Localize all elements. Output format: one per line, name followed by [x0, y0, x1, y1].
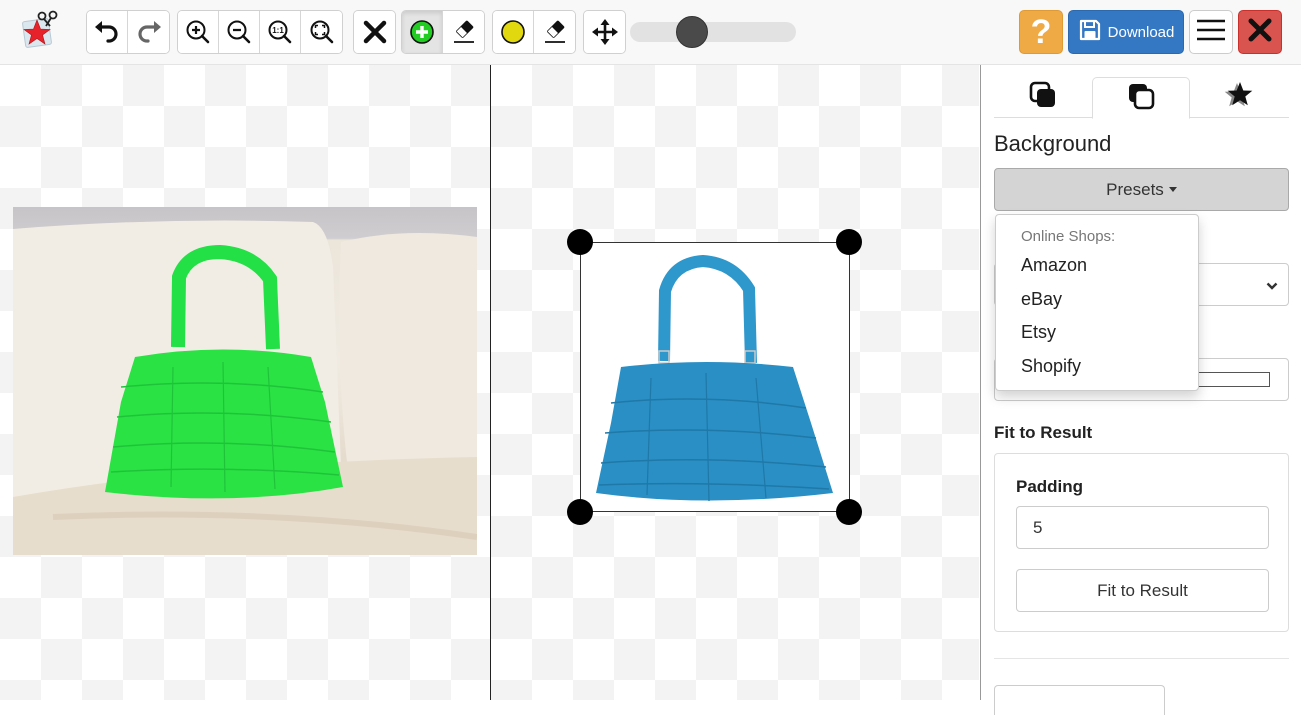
partially-visible-button[interactable] — [994, 685, 1165, 715]
app-logo[interactable] — [20, 10, 60, 52]
toolbar: 1:1 ? Download — [0, 0, 1301, 65]
presets-label: Presets — [1106, 179, 1164, 199]
undo-icon — [93, 18, 121, 46]
dropdown-header: Online Shops: — [1021, 228, 1116, 245]
preset-item-ebay[interactable]: eBay — [996, 283, 1198, 317]
section-divider — [994, 658, 1289, 659]
preset-item-etsy[interactable]: Etsy — [996, 316, 1198, 350]
floppy-disk-icon — [1078, 18, 1102, 46]
hair-eraser-button[interactable] — [534, 11, 575, 53]
exit-button[interactable] — [1238, 10, 1282, 54]
presets-dropdown-menu: Online Shops: Amazon eBay Etsy Shopify — [995, 214, 1199, 391]
brush-size-slider[interactable] — [630, 16, 796, 48]
zoom-fit-icon — [309, 19, 335, 45]
hamburger-icon — [1196, 18, 1226, 47]
tab-star[interactable] — [1190, 77, 1288, 118]
clear-group — [353, 10, 396, 54]
crop-handle-bottom-right[interactable] — [836, 499, 862, 525]
svg-text:1:1: 1:1 — [272, 26, 284, 35]
sidebar-tabs — [994, 77, 1289, 119]
close-x-icon — [1248, 18, 1272, 47]
close-x-icon — [363, 20, 387, 44]
layers-filled-icon — [1028, 80, 1058, 115]
history-group — [86, 10, 170, 54]
undo-button[interactable] — [87, 11, 128, 53]
zoom-out-icon — [226, 19, 252, 45]
padding-label: Padding — [1016, 477, 1084, 496]
plus-circle-icon — [409, 19, 435, 45]
eraser-button[interactable] — [443, 11, 484, 53]
zoom-fit-button[interactable] — [301, 11, 342, 53]
hair-marker-button[interactable] — [493, 11, 534, 53]
tab-layers-outline[interactable] — [1092, 77, 1190, 119]
sidebar: Background Presets Online Shops: Amazon … — [980, 65, 1301, 715]
chevron-down-icon — [1266, 278, 1278, 296]
download-label: Download — [1107, 23, 1175, 41]
presets-button[interactable]: Presets — [994, 168, 1289, 211]
fit-to-result-title: Fit to Result — [994, 423, 1093, 442]
keep-marker-button[interactable] — [402, 11, 443, 53]
eraser-icon — [451, 19, 477, 45]
caret-down-icon — [1168, 187, 1177, 192]
blue-handbag — [596, 254, 833, 502]
padding-input[interactable] — [1016, 506, 1269, 549]
crop-box[interactable] — [580, 242, 850, 512]
zoom-group: 1:1 — [177, 10, 343, 54]
mark-tools-group — [401, 10, 485, 54]
fit-to-result-panel: Padding Fit to Result — [994, 453, 1289, 632]
tab-layers-filled[interactable] — [994, 77, 1092, 118]
yellow-circle-icon — [500, 19, 526, 45]
redo-button[interactable] — [128, 11, 169, 53]
crop-handle-top-right[interactable] — [836, 229, 862, 255]
original-photo — [13, 207, 477, 555]
crop-handle-bottom-left[interactable] — [567, 499, 593, 525]
zoom-in-button[interactable] — [178, 11, 219, 53]
crop-handle-top-left[interactable] — [567, 229, 593, 255]
zoom-out-button[interactable] — [219, 11, 260, 53]
clear-marks-button[interactable] — [354, 11, 395, 53]
question-icon: ? — [1030, 13, 1052, 51]
original-image-canvas[interactable] — [0, 65, 490, 700]
background-title: Background — [994, 131, 1112, 156]
slider-thumb[interactable] — [675, 16, 708, 48]
eraser-icon — [542, 19, 568, 45]
star-icon — [1223, 79, 1255, 116]
pan-group — [583, 10, 626, 54]
menu-button[interactable] — [1189, 10, 1233, 54]
preset-item-amazon[interactable]: Amazon — [996, 249, 1198, 283]
fit-to-result-button[interactable]: Fit to Result — [1016, 569, 1269, 612]
pan-button[interactable] — [584, 11, 625, 53]
zoom-in-icon — [185, 19, 211, 45]
zoom-actual-size-button[interactable]: 1:1 — [260, 11, 301, 53]
download-button[interactable]: Download — [1068, 10, 1184, 54]
hair-tools-group — [492, 10, 576, 54]
result-preview-canvas[interactable] — [491, 65, 979, 700]
redo-icon — [135, 18, 163, 46]
fit-button-label: Fit to Result — [1097, 580, 1188, 600]
move-arrows-icon — [591, 18, 619, 46]
preset-item-shopify[interactable]: Shopify — [996, 350, 1198, 384]
layers-outline-icon — [1126, 81, 1156, 116]
help-button[interactable]: ? — [1019, 10, 1063, 54]
zoom-actual-size-icon: 1:1 — [267, 19, 293, 45]
